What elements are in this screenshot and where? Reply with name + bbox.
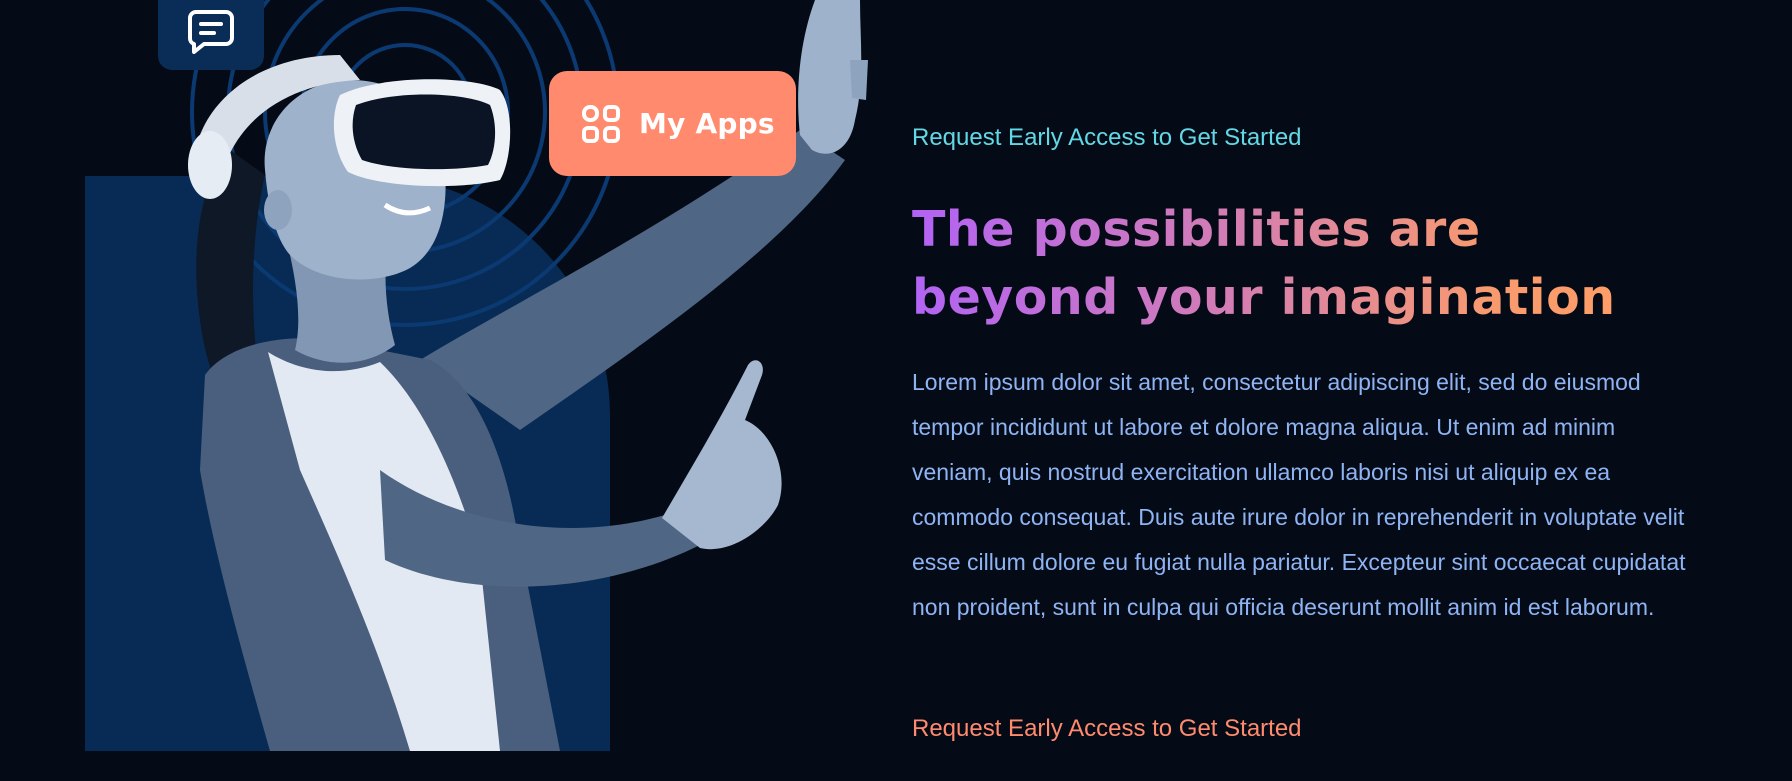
- request-access-link[interactable]: Request Early Access to Get Started: [912, 711, 1302, 747]
- grid-apps-icon: [582, 104, 620, 143]
- headline-line-2: beyond your imagination: [912, 269, 1616, 326]
- my-apps-label: My Apps: [639, 107, 775, 140]
- page-title: The possibilities are beyond your imagin…: [912, 196, 1632, 332]
- eyebrow-text: Request Early Access to Get Started: [912, 124, 1302, 151]
- body-paragraph: Lorem ipsum dolor sit amet, consectetur …: [912, 369, 1686, 620]
- chat-tile[interactable]: [158, 0, 264, 70]
- hero-content: Request Early Access to Get Started The …: [912, 120, 1692, 630]
- headline-line-1: The possibilities are: [912, 201, 1481, 258]
- chat-bubble-icon: [188, 10, 234, 54]
- hero-section: My Apps Request Early Access to Get Star…: [0, 0, 1792, 781]
- my-apps-button[interactable]: My Apps: [549, 71, 796, 176]
- hero-visual: My Apps: [0, 0, 880, 781]
